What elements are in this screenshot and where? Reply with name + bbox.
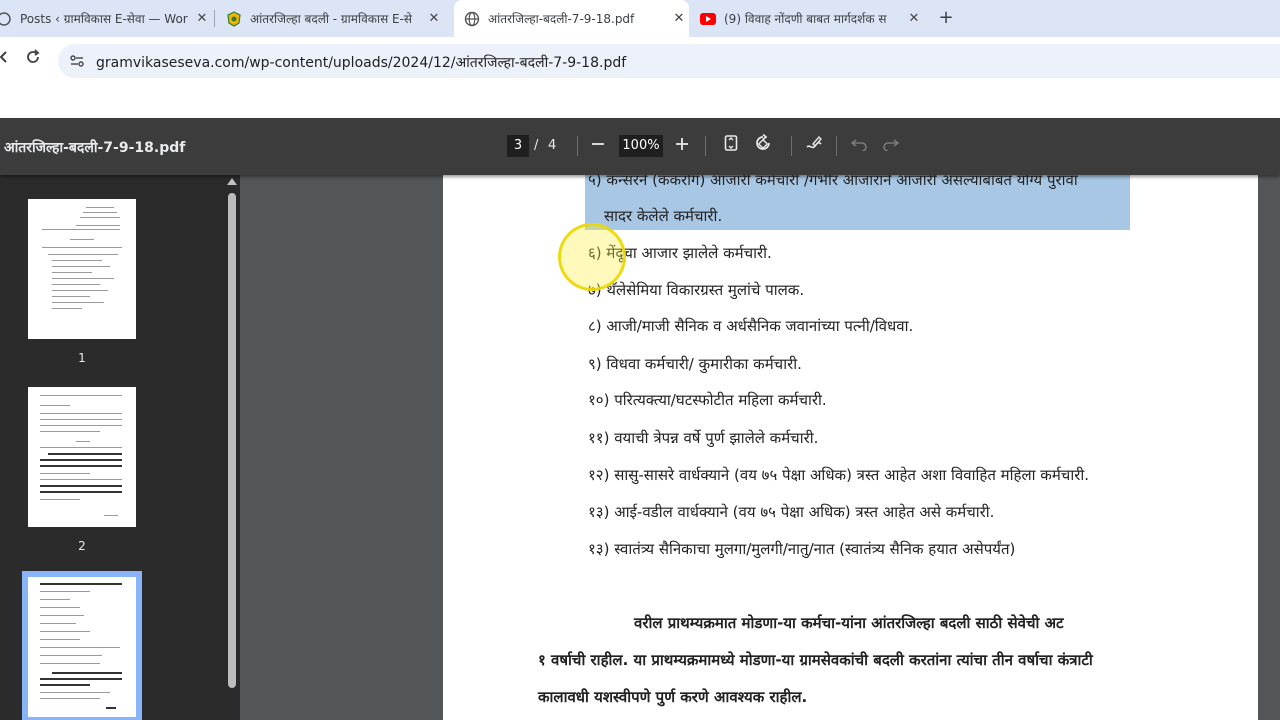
doc-line: १३) आई-वडील वार्धक्याने (वय ७५ पेक्षा अध… <box>588 503 995 521</box>
bookmarks-bar <box>0 83 1280 118</box>
close-icon[interactable]: ✕ <box>192 11 212 26</box>
doc-paragraph-line: वरील प्राथम्यक्रमात मोडणा-या कर्मचा-यांन… <box>634 614 1064 632</box>
tab-youtube[interactable]: (9) विवाह नोंदणी बाबत मार्गदर्शक स ✕ <box>694 0 924 37</box>
thumbnail-label: 2 <box>78 539 86 553</box>
doc-paragraph-line: १ वर्षाची राहील. या प्राथम्यक्रमामध्ये म… <box>538 651 1093 669</box>
page-separator: / <box>534 138 539 153</box>
page-thumbnail-2[interactable] <box>28 387 136 527</box>
doc-line: ५) कॅन्सरने (कॅकरोग) आजारी कर्मचारी /गंभ… <box>588 175 1078 189</box>
back-arrow-icon[interactable] <box>0 48 16 72</box>
youtube-icon <box>700 11 716 27</box>
doc-paragraph-line: कालावधी यशस्वीपणे पुर्ण करणे आवश्यक राही… <box>538 688 808 706</box>
doc-line: ९) विधवा कर्मचारी/ कुमारीका कर्मचारी. <box>588 355 802 373</box>
page-total: 4 <box>548 138 557 153</box>
pdf-title: आंतरजिल्हा-बदली-7-9-18.pdf <box>4 140 186 156</box>
new-tab-button[interactable]: + <box>934 6 958 30</box>
tab-title: आंतरजिल्हा बदली - ग्रामविकास E-से <box>250 12 413 26</box>
doc-line: ८) आजी/माजी सैनिक व अर्धसैनिक जवानांच्या… <box>588 317 914 335</box>
scroll-up-arrow-icon[interactable] <box>227 178 237 185</box>
undo-icon[interactable] <box>847 134 871 158</box>
tab-title: Posts ‹ ग्रामविकास E-सेवा — Wor <box>20 12 188 26</box>
doc-line: १३) स्वातंत्र्य सैनिकाचा मुलगा/मुलगी/नात… <box>588 540 1016 558</box>
tab-pdf-active[interactable]: आंतरजिल्हा-बदली-7-9-18.pdf ✕ <box>454 0 689 37</box>
zoom-in-button[interactable] <box>670 134 694 158</box>
tab-title: (9) विवाह नोंदणी बाबत मार्गदर्शक स <box>724 12 887 26</box>
zoom-out-button[interactable] <box>586 134 610 158</box>
close-icon[interactable]: ✕ <box>424 11 444 26</box>
sidebar-scroll-thumb[interactable] <box>228 193 236 688</box>
site-logo-icon <box>226 10 242 27</box>
pdf-toolbar: आंतरजिल्हा-बदली-7-9-18.pdf 3 / 4 100% <box>0 118 1280 175</box>
globe-icon <box>464 11 480 27</box>
close-icon[interactable]: ✕ <box>904 11 924 26</box>
tab-antarjilha-post[interactable]: आंतरजिल्हा बदली - ग्रामविकास E-से ✕ <box>222 0 444 37</box>
url-text: gramvikaseseva.com/wp-content/uploads/20… <box>96 55 627 71</box>
page-thumbnail-1[interactable] <box>28 199 136 339</box>
zoom-level-input[interactable]: 100% <box>619 135 663 157</box>
tab-strip: Posts ‹ ग्रामविकास E-सेवा — Wor ✕ आंतरजि… <box>0 0 1280 37</box>
doc-line: १२) सासु-सासरे वार्धक्याने (वय ७५ पेक्षा… <box>588 466 1089 484</box>
address-bar[interactable]: gramvikaseseva.com/wp-content/uploads/20… <box>58 44 1280 78</box>
fit-page-icon[interactable] <box>719 134 743 158</box>
doc-line: १०) परित्यक्त्या/घटस्फोटीत महिला कर्मचार… <box>588 391 827 409</box>
tab-title: आंतरजिल्हा-बदली-7-9-18.pdf <box>488 12 635 26</box>
cursor-highlight-ring <box>558 223 626 291</box>
browser-toolbar: gramvikaseseva.com/wp-content/uploads/20… <box>0 37 1280 83</box>
page-thumbnail-3[interactable] <box>28 577 136 717</box>
close-icon[interactable]: ✕ <box>669 11 689 26</box>
pdf-page: ५) कॅन्सरने (कॅकरोग) आजारी कर्मचारी /गंभ… <box>443 175 1258 720</box>
thumbnail-sidebar: 1 2 <box>0 175 240 720</box>
tab-posts[interactable]: Posts ‹ ग्रामविकास E-सेवा — Wor ✕ <box>0 0 212 37</box>
rotate-icon[interactable] <box>751 133 775 158</box>
reload-icon[interactable] <box>21 48 45 72</box>
pdf-viewer[interactable]: ५) कॅन्सरने (कॅकरोग) आजारी कर्मचारी /गंभ… <box>240 175 1280 720</box>
site-info-icon[interactable] <box>68 52 86 70</box>
page-number-input[interactable]: 3 <box>507 135 529 157</box>
redo-icon[interactable] <box>879 134 903 158</box>
annotate-pen-icon[interactable] <box>802 134 826 158</box>
doc-line: ११) वयाची त्रेपन्न वर्षे पुर्ण झालेले कर… <box>588 429 819 447</box>
wordpress-icon <box>0 11 12 27</box>
doc-line: सादर केलेले कर्मचारी. <box>604 207 723 225</box>
doc-line: ७) थॅलेसेमिया विकारग्रस्त मुलांचे पालक. <box>588 281 805 299</box>
thumbnail-label: 1 <box>78 351 86 365</box>
